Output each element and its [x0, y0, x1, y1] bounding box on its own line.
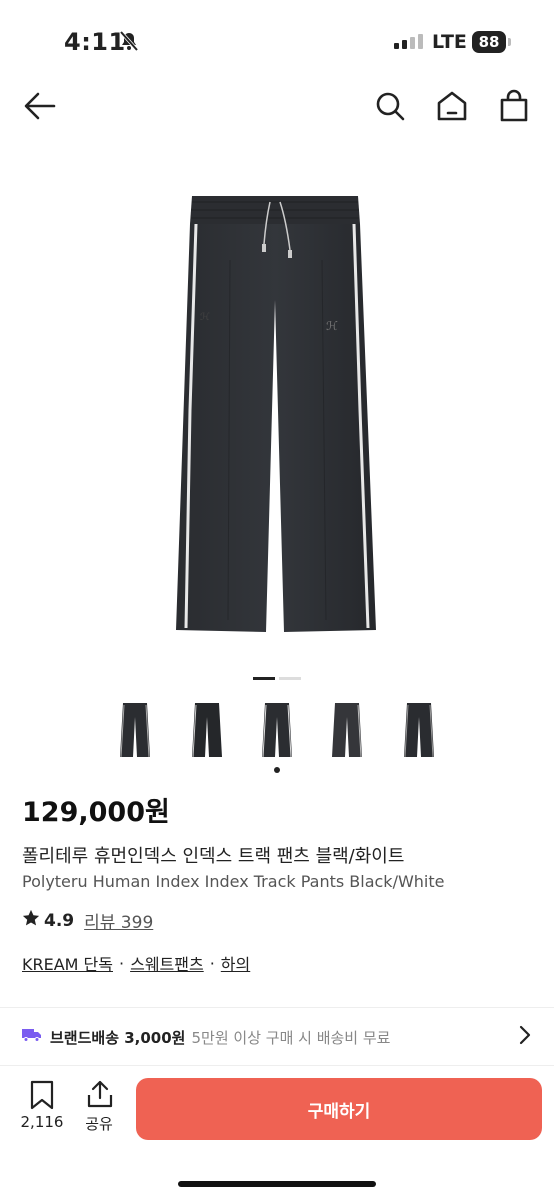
bell-slash-icon	[118, 30, 140, 56]
category-tags: KREAM 단독 · 스웨트팬츠 · 하의	[22, 951, 250, 975]
star-icon	[22, 909, 40, 932]
shipping-info-row[interactable]: 브랜드배송 3,000원 5만원 이상 구매 시 배송비 무료	[22, 1022, 536, 1052]
network-type: LTE	[432, 31, 467, 53]
home-icon[interactable]	[434, 88, 470, 124]
carousel-indicator	[279, 677, 301, 680]
buy-button[interactable]: 구매하기	[136, 1078, 542, 1140]
tag-separator: ·	[209, 953, 215, 973]
shopping-bag-icon[interactable]	[496, 88, 532, 124]
carousel-indicator-active	[253, 677, 275, 680]
thumbnail[interactable]	[316, 697, 378, 763]
thumbnail[interactable]	[104, 697, 166, 763]
svg-text:ℋ: ℋ	[200, 312, 210, 323]
rating-row: 4.9 리뷰 399	[22, 908, 153, 933]
tag-sweatpants[interactable]: 스웨트팬츠	[130, 951, 204, 975]
status-time: 4:11	[64, 28, 126, 56]
tag-bottoms[interactable]: 하의	[221, 951, 250, 975]
svg-text:ℋ: ℋ	[326, 319, 338, 333]
product-name-english: Polyteru Human Index Index Track Pants B…	[22, 872, 445, 891]
search-icon[interactable]	[372, 88, 408, 124]
signal-icon	[394, 34, 423, 49]
product-image[interactable]: ℋ ℋ	[140, 180, 410, 650]
truck-icon	[22, 1027, 42, 1047]
back-arrow-icon[interactable]	[22, 88, 58, 124]
thumbnail-selected-dot	[274, 767, 280, 773]
save-count: 2,116	[20, 1113, 64, 1131]
bookmark-icon[interactable]	[27, 1080, 57, 1114]
battery-tip	[508, 38, 511, 46]
shipping-label: 브랜드배송 3,000원	[50, 1028, 186, 1047]
product-name-korean: 폴리테루 휴먼인덱스 인덱스 트랙 팬츠 블랙/화이트	[22, 846, 405, 867]
product-price: 129,000원	[22, 797, 170, 828]
chevron-right-icon[interactable]	[518, 1024, 532, 1050]
bottom-bar-divider	[0, 1065, 554, 1066]
thumbnail[interactable]	[246, 697, 308, 763]
review-link[interactable]: 리뷰 399	[84, 908, 153, 933]
section-divider	[0, 1007, 554, 1008]
share-label: 공유	[85, 1115, 113, 1133]
tag-separator: ·	[119, 953, 125, 973]
share-icon[interactable]	[85, 1079, 115, 1113]
rating-value: 4.9	[44, 910, 75, 931]
battery-indicator: 88	[472, 31, 506, 53]
thumbnail[interactable]	[176, 697, 238, 763]
home-indicator	[178, 1181, 376, 1187]
thumbnail[interactable]	[388, 697, 450, 763]
shipping-note: 5만원 이상 구매 시 배송비 무료	[191, 1028, 391, 1047]
tag-exclusive[interactable]: KREAM 단독	[22, 951, 113, 975]
